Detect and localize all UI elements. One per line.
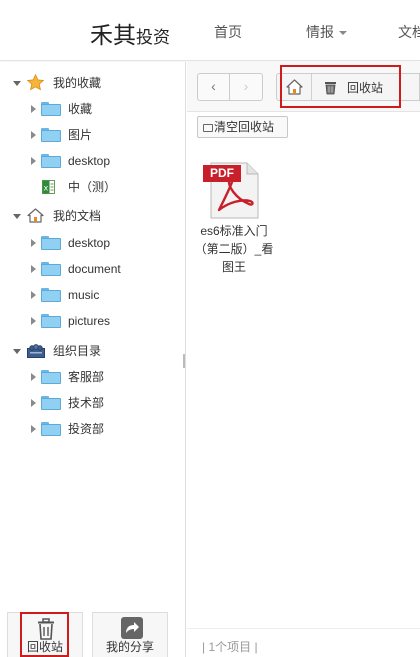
folder-icon: [41, 396, 61, 410]
logo[interactable]: 禾其投资: [90, 16, 170, 50]
folder-outline-icon: [203, 124, 213, 132]
my-share-label: 我的分享: [105, 640, 154, 654]
folder-icon: [41, 314, 61, 328]
tree-item-label: 中（测）: [68, 180, 117, 194]
tree-item-label: music: [68, 288, 100, 302]
nav-intel-label: 情报: [306, 24, 334, 40]
home-icon: [27, 208, 44, 223]
folder-icon: [41, 236, 61, 250]
tree-item-label: 客服部: [68, 370, 105, 384]
expand-down-icon[interactable]: [13, 214, 21, 219]
tree-item-org-tech[interactable]: 技术部: [0, 392, 186, 414]
tree-group-label: 组织目录: [53, 344, 102, 358]
tree-group-org[interactable]: 组织目录: [0, 340, 186, 362]
logo-main: 禾其: [90, 22, 136, 48]
tree-item-label: desktop: [68, 154, 111, 168]
my-share-button[interactable]: 我的分享: [92, 612, 168, 657]
back-button[interactable]: ‹: [197, 73, 230, 101]
tree-item-label: pictures: [68, 314, 111, 328]
tree-item-org-invest[interactable]: 投资部: [0, 418, 186, 440]
chevron-right-icon: ›: [243, 78, 249, 94]
tree-group-documents[interactable]: 我的文档: [0, 205, 186, 227]
top-header: 禾其投资 首页 情报 文档: [0, 0, 420, 61]
tree-group-label: 我的收藏: [53, 76, 102, 90]
nav-home[interactable]: 首页: [214, 22, 242, 42]
expand-right-icon[interactable]: [31, 265, 36, 273]
highlight-box-recycle: [20, 612, 69, 657]
star-icon: [27, 74, 44, 91]
tree-item-fav-pictures[interactable]: 图片: [0, 124, 186, 146]
folder-icon: [41, 102, 61, 116]
folder-icon: [41, 128, 61, 142]
tree-item-doc-music[interactable]: music: [0, 284, 186, 306]
folder-icon: [41, 288, 61, 302]
nav-intel[interactable]: 情报: [306, 22, 347, 42]
clear-recycle-button[interactable]: 清空回收站: [197, 116, 288, 138]
tree-group-favorites[interactable]: 我的收藏: [0, 72, 186, 94]
nav-docs[interactable]: 文档: [398, 22, 420, 42]
item-count: | 1个项目 |: [202, 640, 258, 654]
forward-button[interactable]: ›: [230, 73, 263, 101]
excel-file-icon: x: [42, 180, 55, 194]
tree-group-label: 我的文档: [53, 209, 102, 223]
panel-resize-handle[interactable]: [183, 354, 185, 368]
tree-item-label: 收藏: [68, 102, 93, 116]
organization-icon: [27, 344, 45, 358]
folder-icon: [41, 154, 61, 168]
expand-right-icon[interactable]: [31, 317, 36, 325]
tree-item-label: 技术部: [68, 396, 105, 410]
chevron-down-icon: [339, 31, 347, 36]
share-icon: [121, 617, 143, 639]
folder-icon: [41, 370, 61, 384]
tree-item-fav-collect[interactable]: 收藏: [0, 98, 186, 120]
expand-right-icon[interactable]: [31, 105, 36, 113]
expand-right-icon[interactable]: [31, 239, 36, 247]
expand-down-icon[interactable]: [13, 81, 21, 86]
tree-item-label: 图片: [68, 128, 93, 142]
tree-item-label: 投资部: [68, 422, 105, 436]
clear-recycle-label: 清空回收站: [214, 120, 275, 134]
expand-right-icon[interactable]: [31, 291, 36, 299]
expand-right-icon[interactable]: [31, 373, 36, 381]
expand-right-icon[interactable]: [31, 131, 36, 139]
expand-right-icon[interactable]: [31, 157, 36, 165]
logo-sub: 投资: [136, 28, 170, 47]
file-item[interactable]: PDF: [197, 160, 271, 223]
tree-item-label: desktop: [68, 236, 111, 250]
file-type-badge: PDF: [210, 166, 234, 180]
file-name[interactable]: es6标准入门（第二版）_看图王: [194, 222, 274, 276]
tree-item-org-service[interactable]: 客服部: [0, 366, 186, 388]
folder-icon: [41, 422, 61, 436]
folder-icon: [41, 262, 61, 276]
tree-item-fav-excel[interactable]: x 中（测）: [0, 176, 186, 198]
svg-text:x: x: [44, 184, 49, 193]
tree-item-doc-document[interactable]: document: [0, 258, 186, 280]
expand-right-icon[interactable]: [31, 399, 36, 407]
tree-item-fav-desktop[interactable]: desktop: [0, 150, 186, 172]
expand-down-icon[interactable]: [13, 349, 21, 354]
expand-right-icon[interactable]: [31, 425, 36, 433]
tree-item-doc-desktop[interactable]: desktop: [0, 232, 186, 254]
tree-item-label: document: [68, 262, 121, 276]
chevron-left-icon: ‹: [211, 78, 216, 94]
highlight-box-breadcrumb: [280, 65, 401, 108]
tree-item-doc-pictures[interactable]: pictures: [0, 310, 186, 332]
